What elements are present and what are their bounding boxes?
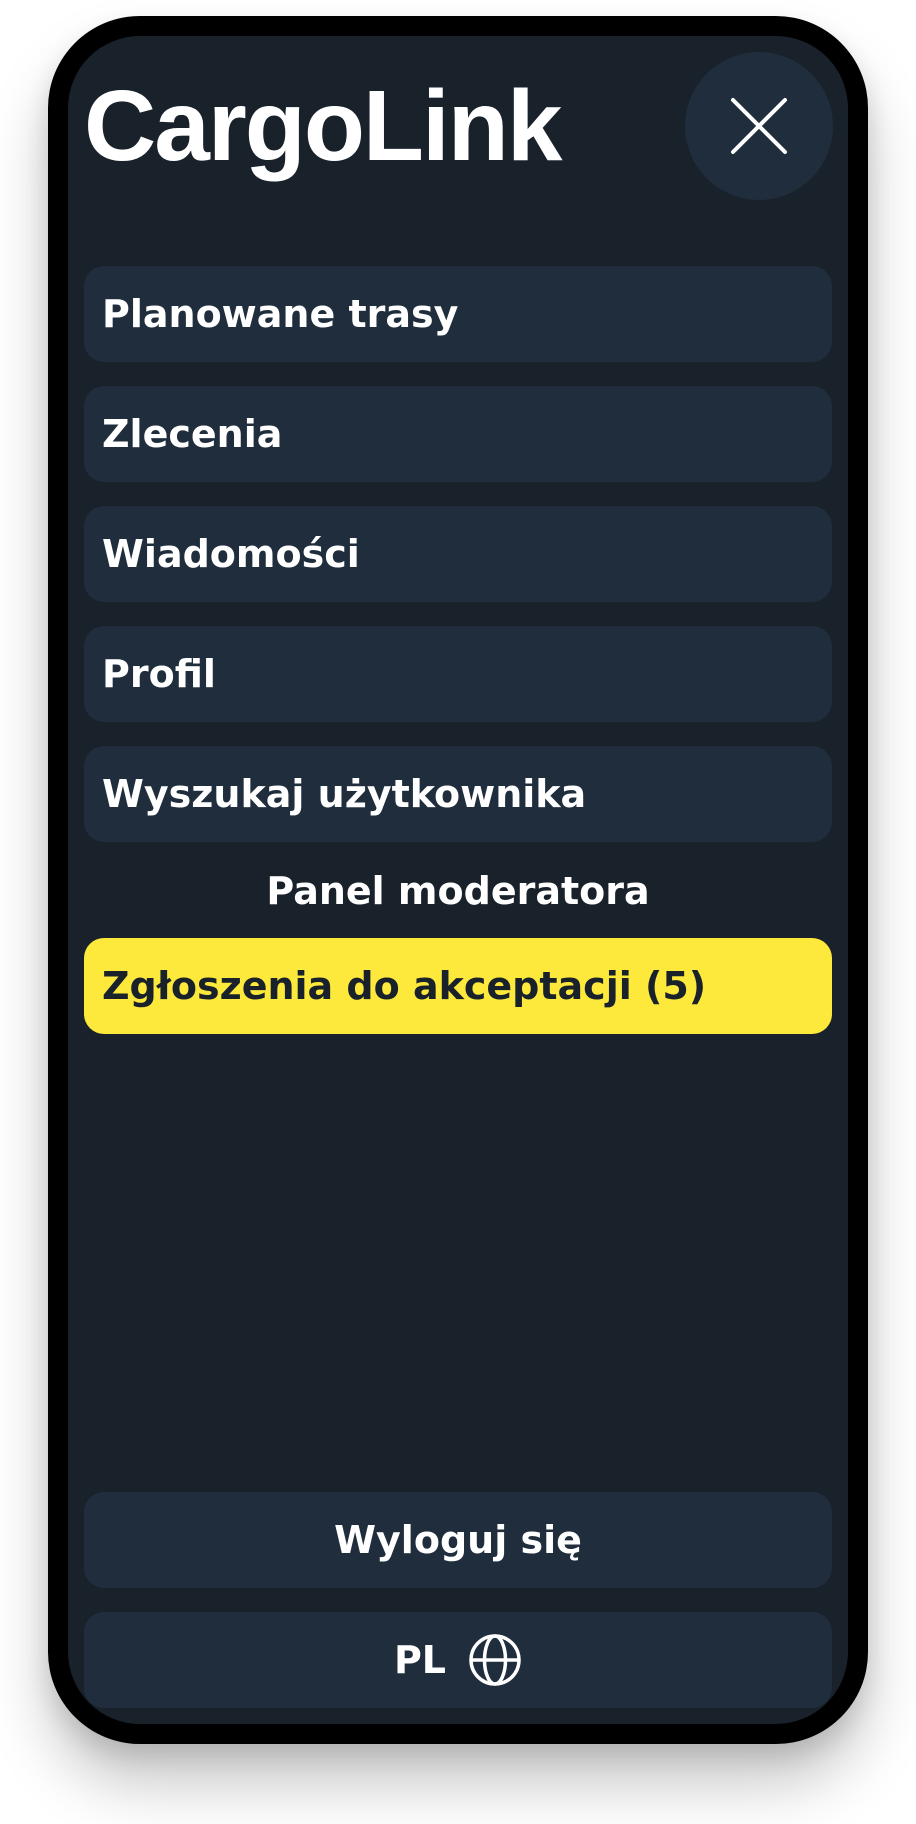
menu-item-orders[interactable]: Zlecenia bbox=[84, 386, 832, 482]
menu-item-label: Profil bbox=[102, 652, 216, 696]
menu-item-label: Wyszukaj użytkownika bbox=[102, 772, 587, 816]
language-selector: PL bbox=[394, 1633, 522, 1687]
menu-item-pending-reports[interactable]: Zgłoszenia do akceptacji (5) bbox=[84, 938, 832, 1034]
menu-item-label: Planowane trasy bbox=[102, 292, 459, 336]
language-button[interactable]: PL bbox=[84, 1612, 832, 1708]
menu-item-messages[interactable]: Wiadomości bbox=[84, 506, 832, 602]
menu-item-label: Zgłoszenia do akceptacji (5) bbox=[102, 964, 707, 1008]
phone-frame: CargoLink Planowane trasy Zlecenia Wiado… bbox=[48, 16, 868, 1744]
moderator-section-title: Panel moderatora bbox=[266, 869, 650, 913]
globe-icon bbox=[469, 1634, 521, 1686]
close-button[interactable] bbox=[685, 52, 833, 200]
app-title: CargoLink bbox=[84, 70, 562, 182]
menu-item-planned-routes[interactable]: Planowane trasy bbox=[84, 266, 832, 362]
menu-item-label: Zlecenia bbox=[102, 412, 283, 456]
menu-item-search-user[interactable]: Wyszukaj użytkownika bbox=[84, 746, 832, 842]
logout-label: Wyloguj się bbox=[334, 1518, 582, 1562]
menu-item-label: Wiadomości bbox=[102, 532, 360, 576]
language-code: PL bbox=[393, 1638, 447, 1682]
close-icon bbox=[731, 98, 787, 154]
logout-button[interactable]: Wyloguj się bbox=[84, 1492, 832, 1588]
menu-screen: CargoLink Planowane trasy Zlecenia Wiado… bbox=[68, 36, 848, 1724]
menu-item-profile[interactable]: Profil bbox=[84, 626, 832, 722]
